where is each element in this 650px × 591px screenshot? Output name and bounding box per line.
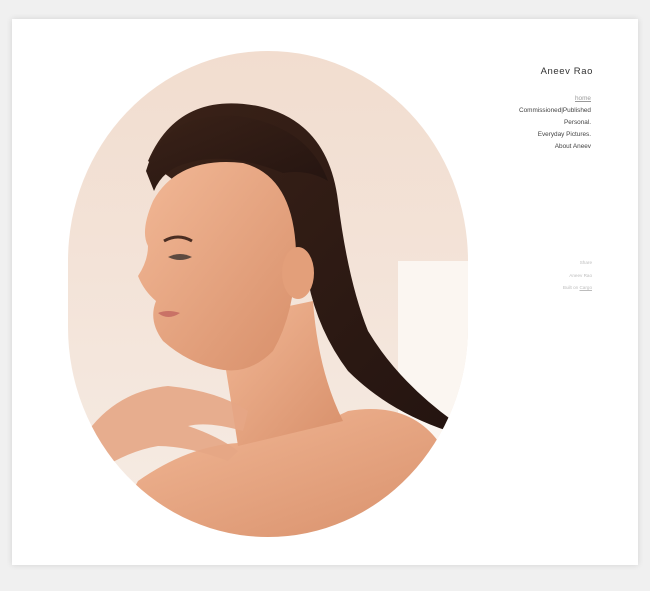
share-link[interactable]: Share: [563, 257, 592, 270]
cargo-link[interactable]: Cargo: [579, 285, 592, 290]
hero-portrait-image[interactable]: [68, 51, 468, 537]
nav-item-home[interactable]: home: [519, 93, 591, 105]
page-card: Aneev Rao home Commissioned|Published Pe…: [12, 19, 638, 565]
nav-item-about[interactable]: About Aneev: [519, 141, 591, 153]
main-navigation: home Commissioned|Published Personal. Ev…: [519, 93, 591, 153]
site-title[interactable]: Aneev Rao: [541, 66, 593, 77]
built-on-line: Built on Cargo: [563, 282, 592, 295]
built-on-label: Built on: [562, 285, 580, 290]
nav-item-personal[interactable]: Personal.: [519, 117, 591, 129]
nav-item-commissioned-published[interactable]: Commissioned|Published: [519, 105, 591, 117]
nav-item-everyday-pictures[interactable]: Everyday Pictures.: [519, 129, 591, 141]
portrait-illustration: [88, 103, 468, 537]
footer-links: Share Aneev Rao Built on Cargo: [563, 257, 592, 295]
copyright-text: Aneev Rao: [569, 272, 592, 278]
